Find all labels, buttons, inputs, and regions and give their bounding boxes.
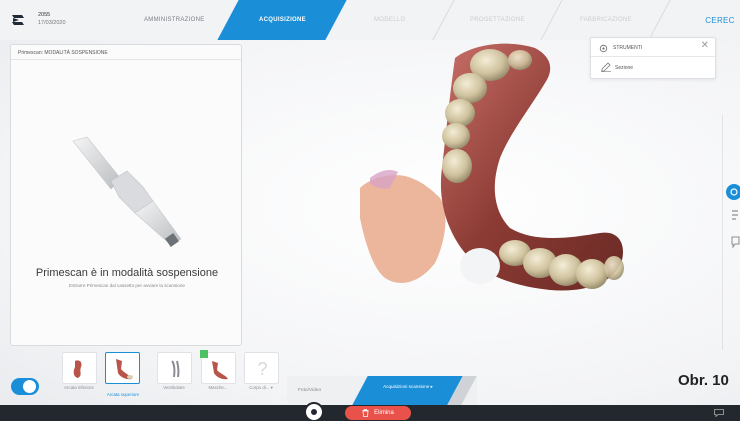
tools-title: STRUMENTI: [613, 45, 643, 51]
toggle-knob: [23, 380, 36, 393]
case-id: 2055: [38, 12, 51, 18]
sleep-mode-instructions: Estrarre Primescan dal cassetto per avvi…: [69, 283, 185, 288]
section-tool-icon[interactable]: [601, 62, 611, 72]
view-mode-toggle[interactable]: [11, 378, 39, 395]
tab-scan-acquisitions-label: Acquisizioni scansione ▸: [383, 384, 433, 389]
tab-fabbricazione[interactable]: FABBRICAZIONE: [541, 0, 671, 40]
catalog-thumb-buccal[interactable]: [157, 352, 192, 384]
home-button[interactable]: [304, 402, 324, 421]
tools-divider: [591, 56, 715, 57]
sleep-mode-heading: Primescan è in modalità sospensione: [35, 267, 219, 279]
catalog-label-mask: Masche...: [208, 385, 228, 390]
catalog-label-upper-jaw: Arcata superiore: [106, 392, 140, 397]
chat-icon[interactable]: [714, 409, 724, 417]
catalog-label-lower-jaw: Arcata inferiore: [64, 385, 94, 390]
tab-cerec[interactable]: CEREC: [690, 0, 740, 40]
tab-photo-video[interactable]: Foto/Video: [298, 388, 321, 393]
delete-label: Elimina: [374, 410, 394, 416]
catalog-label-buccal: Vestibolare: [163, 385, 185, 390]
mask-status-badge: [200, 350, 208, 358]
case-info[interactable]: 2055 17/03/2020: [38, 11, 66, 27]
trash-icon: [362, 409, 369, 417]
tab-scan-acquisitions[interactable]: [352, 376, 463, 405]
panel-divider: [11, 59, 241, 60]
tools-toggle-icon[interactable]: [722, 183, 740, 201]
lower-jaw-icon: [73, 360, 82, 378]
section-tool-label[interactable]: Sezione: [615, 65, 633, 71]
catalog-label-other: Corpo di... ▾: [249, 385, 273, 390]
figure-label: Obr. 10: [678, 372, 729, 389]
tools-popup: STRUMENTI ✕ Sezione: [590, 37, 716, 79]
panel-title: Primescan: MODALITÀ SOSPENSIONE: [18, 50, 108, 56]
catalog-thumb-upper-jaw[interactable]: [105, 352, 140, 384]
annotation-icon[interactable]: [722, 207, 740, 225]
catalog-thumb-other[interactable]: ?: [244, 352, 279, 384]
app-logo-icon[interactable]: [10, 12, 26, 28]
delete-button[interactable]: Elimina: [345, 406, 411, 420]
home-dot-icon: [311, 409, 317, 415]
case-date: 17/03/2020: [38, 20, 66, 26]
buccal-icon: [171, 360, 180, 378]
unknown-icon: ?: [257, 359, 268, 379]
upper-jaw-icon: [116, 359, 133, 380]
catalog-thumb-lower-jaw[interactable]: [62, 352, 97, 384]
comment-icon[interactable]: [722, 233, 740, 251]
close-icon[interactable]: ✕: [701, 41, 709, 51]
gear-icon: [599, 44, 608, 53]
primescan-device-icon: [72, 136, 182, 247]
scanner-status-panel: Primescan: MODALITÀ SOSPENSIONE Primesca…: [10, 44, 242, 346]
top-navigation: 2055 17/03/2020 AMMINISTRAZIONE ACQUISIZ…: [0, 0, 740, 40]
